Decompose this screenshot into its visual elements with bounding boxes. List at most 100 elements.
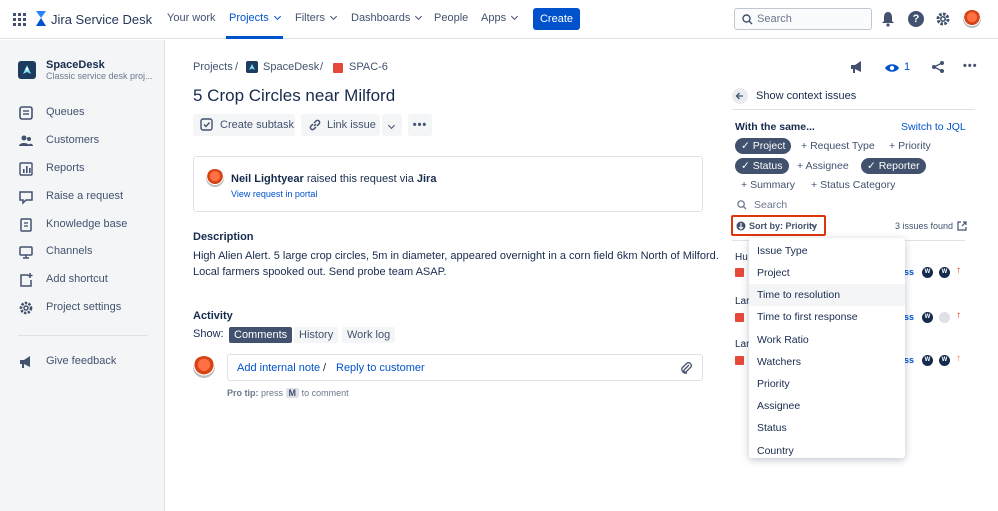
channel-name: Jira (416, 173, 437, 185)
add-internal-note-button[interactable]: Add internal note (237, 362, 320, 374)
link-issue-label: Link issue (327, 119, 376, 131)
breadcrumb-project-icon (246, 61, 258, 73)
channels-icon (19, 246, 33, 259)
breadcrumb-project[interactable]: SpaceDesk (263, 61, 319, 73)
raise-request-icon (19, 191, 33, 205)
create-button[interactable]: Create (533, 8, 580, 30)
nav-your-work[interactable]: Your work (167, 12, 216, 24)
tab-history[interactable]: History (294, 327, 339, 343)
filter-chip-assignee[interactable]: + Assignee (791, 158, 855, 174)
view-in-portal-link[interactable]: View request in portal (231, 189, 317, 199)
description-line: Local farmers spooked out. Send probe te… (193, 266, 447, 278)
sort-option[interactable]: Status (749, 417, 905, 439)
sort-option[interactable]: Project (749, 262, 905, 284)
sort-option[interactable]: Country (749, 440, 905, 458)
nav-projects-label: Projects (229, 12, 269, 24)
context-search[interactable]: Search (735, 197, 965, 213)
sort-option[interactable]: Assignee (749, 395, 905, 417)
nav-dashboards-label: Dashboards (351, 12, 411, 24)
reply-to-customer-button[interactable]: Reply to customer (336, 362, 425, 374)
gear-icon (19, 301, 33, 315)
attachment-icon[interactable] (679, 361, 693, 375)
tab-work-log[interactable]: Work log (342, 327, 396, 343)
filter-chip-summary[interactable]: + Summary (735, 177, 801, 193)
assignee-avatar: W (922, 355, 933, 366)
filter-chip-status[interactable]: ✓ Status (735, 158, 789, 174)
user-avatar[interactable] (963, 10, 981, 28)
result-status: ss (904, 355, 915, 365)
priority-high-icon: ↑ (956, 353, 961, 364)
feedback-megaphone-icon[interactable] (849, 59, 865, 75)
show-context-issues[interactable]: Show context issues (756, 90, 856, 102)
sort-option-hovered[interactable]: Time to resolution (749, 284, 905, 306)
project-avatar[interactable] (18, 61, 36, 79)
sort-option[interactable]: Time to first response (749, 306, 905, 328)
nav-dashboards[interactable]: Dashboards (351, 12, 423, 24)
raised-text: raised this request via (306, 173, 414, 185)
app-switcher-icon[interactable] (13, 13, 26, 26)
more-options-icon[interactable]: ••• (963, 60, 978, 72)
switch-to-jql-link[interactable]: Switch to JQL (901, 121, 966, 133)
sort-option[interactable]: Watchers (749, 351, 905, 373)
nav-filters[interactable]: Filters (295, 12, 337, 24)
current-user-avatar (193, 356, 215, 378)
sort-icon (736, 221, 746, 231)
sidebar-item-label: Reports (46, 162, 85, 174)
chip-label: Status Category (820, 179, 896, 191)
link-issue-button[interactable]: Link issue (301, 114, 380, 136)
sort-option[interactable]: Work Ratio (749, 329, 905, 351)
notifications-icon[interactable] (880, 11, 896, 27)
create-subtask-button[interactable]: Create subtask (193, 114, 295, 136)
back-button[interactable] (732, 88, 748, 104)
chip-label: Status (752, 160, 783, 172)
check-icon: ✓ (741, 140, 753, 152)
watch-count: 1 (904, 61, 911, 73)
reporter-name[interactable]: Neil Lightyear (231, 173, 304, 185)
eye-icon (885, 64, 899, 72)
more-actions-button[interactable]: ••• (408, 114, 432, 136)
project-sidebar: SpaceDesk Classic service desk proj... Q… (0, 40, 165, 511)
sidebar-item-label: Knowledge base (46, 218, 128, 230)
request-raised-line: Neil Lightyear raised this request via J… (231, 173, 436, 185)
pro-tip-press: press (261, 388, 284, 398)
nav-projects[interactable]: Projects (229, 12, 281, 24)
sidebar-item-label: Queues (46, 106, 85, 118)
top-navigation: Jira Service Desk Your work Projects Fil… (0, 0, 998, 39)
description-text[interactable]: High Alien Alert. 5 large crop circles, … (193, 248, 719, 280)
comment-box[interactable]: Add internal note / Reply to customer (227, 354, 703, 381)
description-heading: Description (193, 231, 254, 243)
sort-by-dropdown[interactable]: Sort by: Priority (731, 215, 826, 236)
pro-tip: Pro tip: press M to comment (227, 388, 349, 398)
filter-chip-project[interactable]: ✓ Project (735, 138, 792, 154)
chevron-down-icon (273, 12, 281, 21)
pro-tip-rest: to comment (301, 388, 349, 398)
breadcrumb-separator: / (235, 61, 239, 73)
watch-button[interactable]: 1 (884, 60, 914, 76)
chip-label: Project (752, 140, 786, 152)
sidebar-item-label: Channels (46, 245, 93, 257)
search-box[interactable]: Search (734, 8, 872, 30)
filter-chip-status-category[interactable]: + Status Category (805, 177, 901, 193)
breadcrumb-projects[interactable]: Projects (193, 61, 233, 73)
settings-gear-icon[interactable] (935, 11, 951, 27)
issue-title[interactable]: 5 Crop Circles near Milford (193, 86, 395, 106)
breadcrumb-issue-key[interactable]: SPAC-6 (349, 61, 388, 73)
nav-people[interactable]: People (434, 12, 468, 24)
filter-chip-request-type[interactable]: + Request Type (795, 138, 881, 154)
jira-logo-icon (36, 11, 46, 26)
chip-label: Reporter (878, 160, 920, 172)
tab-comments[interactable]: Comments (229, 327, 293, 343)
sort-option[interactable]: Priority (749, 373, 905, 395)
filter-chip-priority[interactable]: + Priority (883, 138, 937, 154)
nav-apps[interactable]: Apps (481, 12, 519, 24)
filter-chip-reporter[interactable]: ✓ Reporter (861, 158, 926, 174)
sort-by-label: Sort by: Priority (749, 221, 818, 231)
project-name[interactable]: SpaceDesk (46, 59, 105, 71)
share-icon[interactable] (931, 60, 945, 74)
help-icon[interactable]: ? (908, 11, 924, 27)
result-title: Lar (735, 296, 750, 307)
chevron-down-icon (387, 121, 396, 130)
open-external-icon[interactable] (957, 221, 967, 231)
sort-option[interactable]: Issue Type (749, 240, 905, 262)
link-issue-dropdown[interactable] (382, 114, 402, 136)
